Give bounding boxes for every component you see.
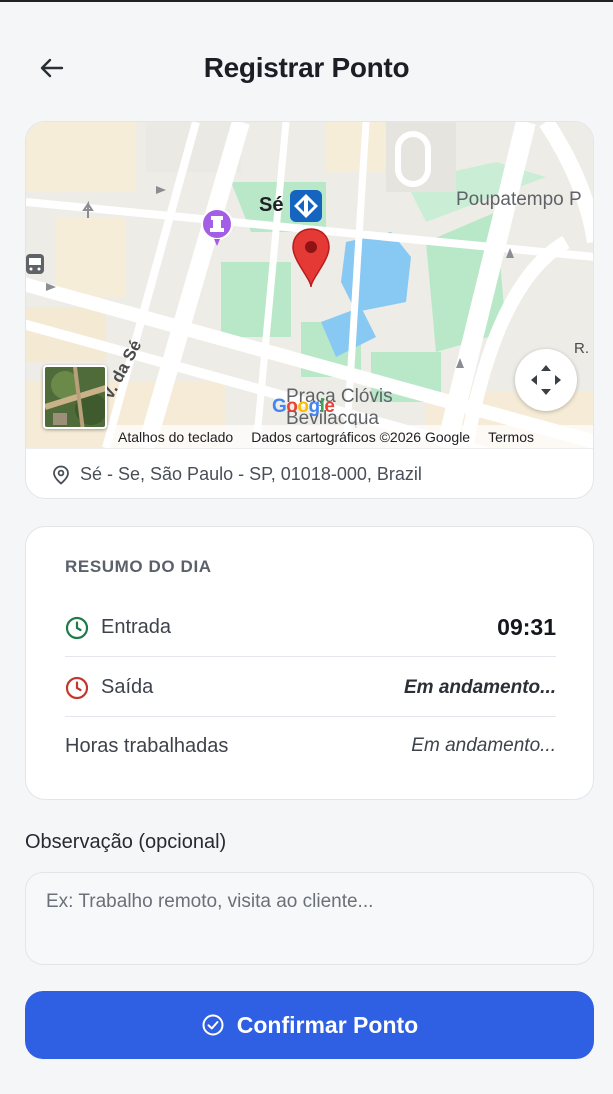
observation-label: Observação (opcional) (25, 831, 227, 853)
fullscreen-icon (531, 365, 561, 395)
confirm-button[interactable]: Confirmar Ponto (25, 991, 594, 1059)
address-text: Sé - Se, São Paulo - SP, 01018-000, Braz… (80, 464, 422, 484)
map-label-street-r: R. (574, 340, 589, 357)
clock-icon (65, 616, 89, 639)
metro-station-icon[interactable] (289, 189, 323, 223)
horas-label: Horas trabalhadas (65, 734, 229, 757)
map-view[interactable]: Poupatempo P Sé V. da Sé R. Praça Clóvis… (26, 122, 593, 448)
check-circle-icon (202, 1014, 224, 1036)
map-label-se: Sé (259, 194, 284, 216)
address-row: Sé - Se, São Paulo - SP, 01018-000, Braz… (26, 448, 593, 498)
map-card: Poupatempo P Sé V. da Sé R. Praça Clóvis… (25, 121, 594, 499)
confirm-button-label: Confirmar Ponto (236, 1011, 419, 1038)
day-summary-card: RESUMO DO DIA Entrada 09:31 Saída Em and… (25, 526, 594, 800)
top-border (0, 0, 613, 2)
satellite-thumbnail[interactable] (43, 365, 107, 429)
map-label-poupatempo: Poupatempo P (456, 189, 582, 210)
entrada-label: Entrada (101, 616, 172, 638)
horas-value: Em andamento... (411, 735, 556, 756)
keyboard-shortcuts-link[interactable]: Atalhos do teclado (118, 429, 233, 445)
entrada-value: 09:31 (497, 614, 556, 640)
saida-value: Em andamento... (403, 676, 556, 698)
google-logo: Google (272, 396, 335, 417)
summary-row-horas: Horas trabalhadas Em andamento... (65, 717, 556, 775)
page-title: Registrar Ponto (203, 52, 410, 83)
summary-row-entrada: Entrada 09:31 (65, 599, 556, 657)
map-pin-outline-icon (53, 465, 69, 485)
bus-stop-icon[interactable] (26, 252, 46, 276)
location-pin-icon[interactable] (290, 227, 332, 289)
page-header: Registrar Ponto (0, 40, 613, 96)
fullscreen-button[interactable] (515, 349, 577, 411)
map-data-text: Dados cartográficos ©2026 Google (251, 428, 471, 445)
saida-label: Saída (101, 676, 154, 698)
map-attribution: Atalhos do teclado Dados cartográficos ©… (108, 425, 593, 448)
summary-title: RESUMO DO DIA (65, 557, 212, 576)
observation-input[interactable] (25, 872, 594, 965)
chess-rook-poi-icon[interactable] (199, 208, 235, 248)
clock-icon (65, 676, 89, 699)
summary-row-saida: Saída Em andamento... (65, 659, 556, 717)
terms-link[interactable]: Termos (488, 429, 534, 445)
satellite-image (45, 367, 105, 427)
